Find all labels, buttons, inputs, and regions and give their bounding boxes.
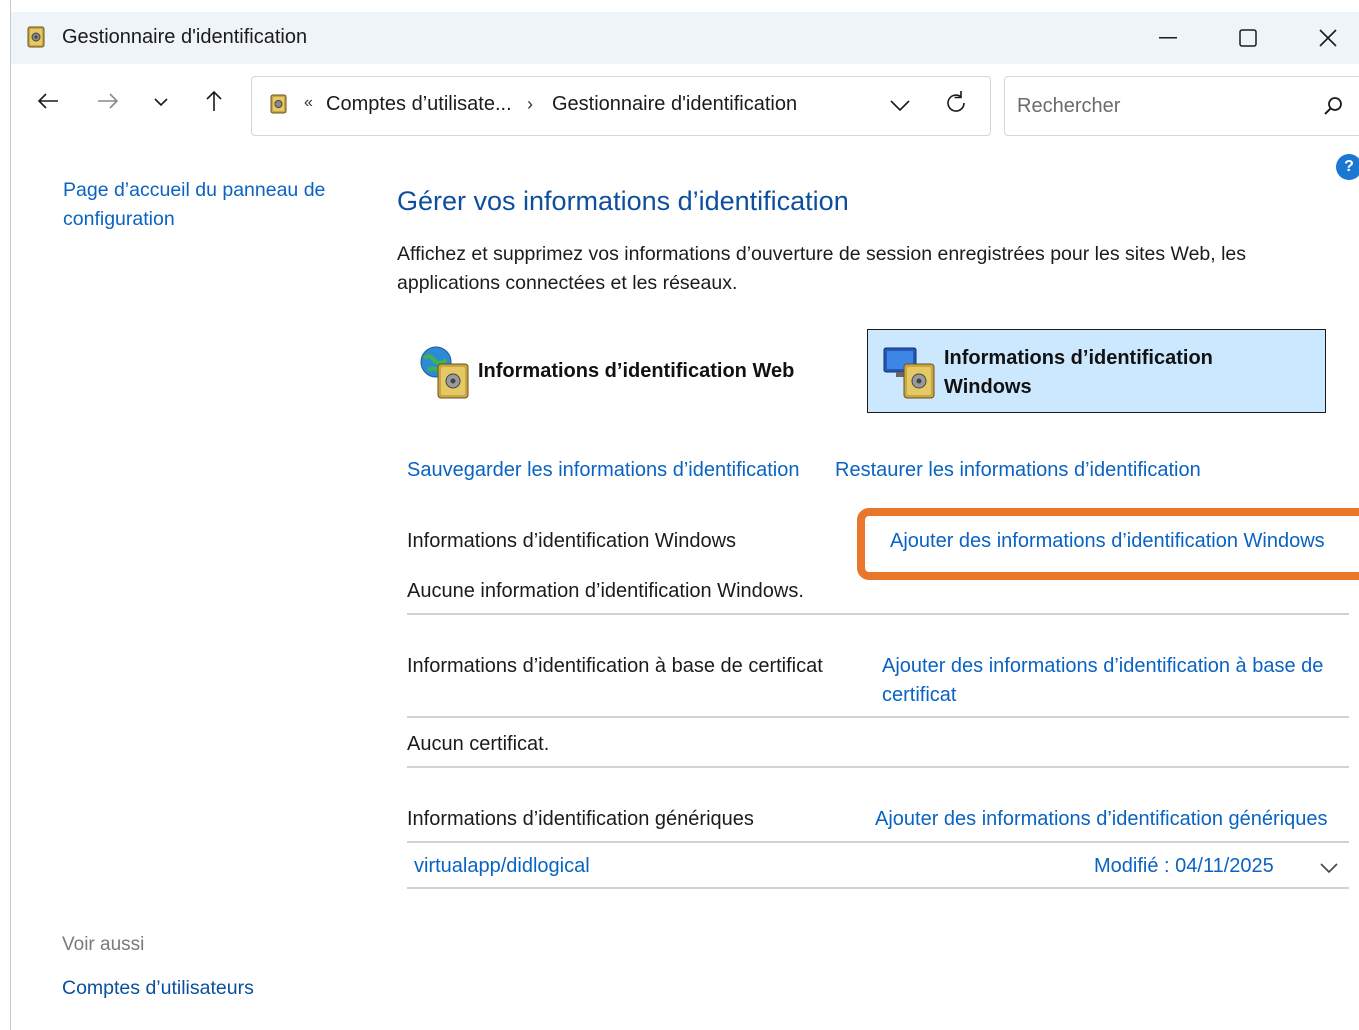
generic-credential-modified-date[interactable]: Modifié : 04/11/2025 <box>1094 855 1274 878</box>
certificate-credentials-empty: Aucun certificat. <box>407 733 550 755</box>
section-divider <box>407 716 1349 718</box>
section-divider <box>407 887 1349 889</box>
maximize-icon <box>1239 29 1257 47</box>
restore-credentials-link[interactable]: Restaurer les informations d’identificat… <box>835 459 1201 482</box>
certificate-credentials-heading: Informations d’identification à base de … <box>407 655 823 677</box>
search-icon[interactable] <box>1323 95 1345 117</box>
minimize-icon <box>1159 37 1177 39</box>
web-credentials-label: Informations d’identification Web <box>478 360 795 382</box>
add-generic-credential-link[interactable]: Ajouter des informations d’identificatio… <box>875 808 1328 831</box>
web-credentials-tab[interactable]: Informations d’identification Web <box>412 340 842 406</box>
close-icon <box>1319 29 1337 47</box>
credential-manager-icon <box>270 94 288 114</box>
windows-credentials-empty: Aucune information d’identification Wind… <box>407 580 804 602</box>
chevron-down-icon[interactable] <box>1318 860 1340 876</box>
window-title: Gestionnaire d'identification <box>62 26 308 48</box>
section-divider <box>407 841 1349 843</box>
page-description: Affichez et supprimez vos informations d… <box>397 243 1247 294</box>
backup-credentials-link[interactable]: Sauvegarder les informations d’identific… <box>407 459 799 482</box>
maximize-button[interactable] <box>1208 12 1288 64</box>
breadcrumb-separator[interactable]: › <box>527 94 533 115</box>
breadcrumb-overflow[interactable]: « <box>304 94 313 112</box>
breadcrumb-credential-manager[interactable]: Gestionnaire d'identification <box>552 93 797 116</box>
recent-locations-button[interactable] <box>144 86 178 120</box>
address-bar[interactable]: « Comptes d’utilisate... › Gestionnaire … <box>251 76 991 136</box>
section-divider <box>407 766 1349 768</box>
title-bar: Gestionnaire d'identification <box>11 12 1359 64</box>
web-credentials-icon <box>416 344 474 402</box>
generic-credential-entry-name[interactable]: virtualapp/didlogical <box>414 855 590 878</box>
back-button[interactable] <box>31 86 65 120</box>
arrow-right-icon <box>97 92 119 115</box>
up-button[interactable] <box>197 86 231 120</box>
windows-credentials-tab[interactable]: Informations d’identification Windows <box>867 329 1326 413</box>
close-button[interactable] <box>1288 12 1359 64</box>
see-also-label: Voir aussi <box>62 934 145 955</box>
breadcrumb-user-accounts[interactable]: Comptes d’utilisate... <box>326 93 512 116</box>
chevron-down-icon <box>154 94 168 112</box>
arrow-up-icon <box>205 90 223 117</box>
window-edge-line <box>10 0 11 1030</box>
help-icon[interactable]: ? <box>1336 154 1359 180</box>
page-title: Gérer vos informations d’identification <box>397 186 849 216</box>
windows-credentials-icon <box>882 342 944 402</box>
user-accounts-link[interactable]: Comptes d’utilisateurs <box>62 977 254 1000</box>
navigation-bar: « Comptes d’utilisate... › Gestionnaire … <box>11 64 1359 150</box>
section-divider <box>407 613 1349 615</box>
search-input[interactable]: Rechercher <box>1017 95 1120 118</box>
search-box[interactable]: Rechercher <box>1004 76 1359 136</box>
annotation-highlight-box <box>857 508 1359 580</box>
refresh-icon[interactable] <box>942 89 970 117</box>
address-dropdown-icon[interactable] <box>888 95 912 115</box>
add-certificate-credential-link[interactable]: Ajouter des informations d’identificatio… <box>882 652 1352 710</box>
arrow-left-icon <box>37 92 59 115</box>
windows-credentials-heading: Informations d’identification Windows <box>407 530 737 552</box>
control-panel-home-link[interactable]: Page d’accueil du panneau de configurati… <box>63 176 353 234</box>
minimize-button[interactable] <box>1128 12 1208 64</box>
forward-button[interactable] <box>91 86 125 120</box>
windows-credentials-label: Informations d’identification Windows <box>944 347 1213 398</box>
credential-manager-icon <box>27 26 47 48</box>
generic-credentials-heading: Informations d’identification génériques <box>407 808 754 830</box>
